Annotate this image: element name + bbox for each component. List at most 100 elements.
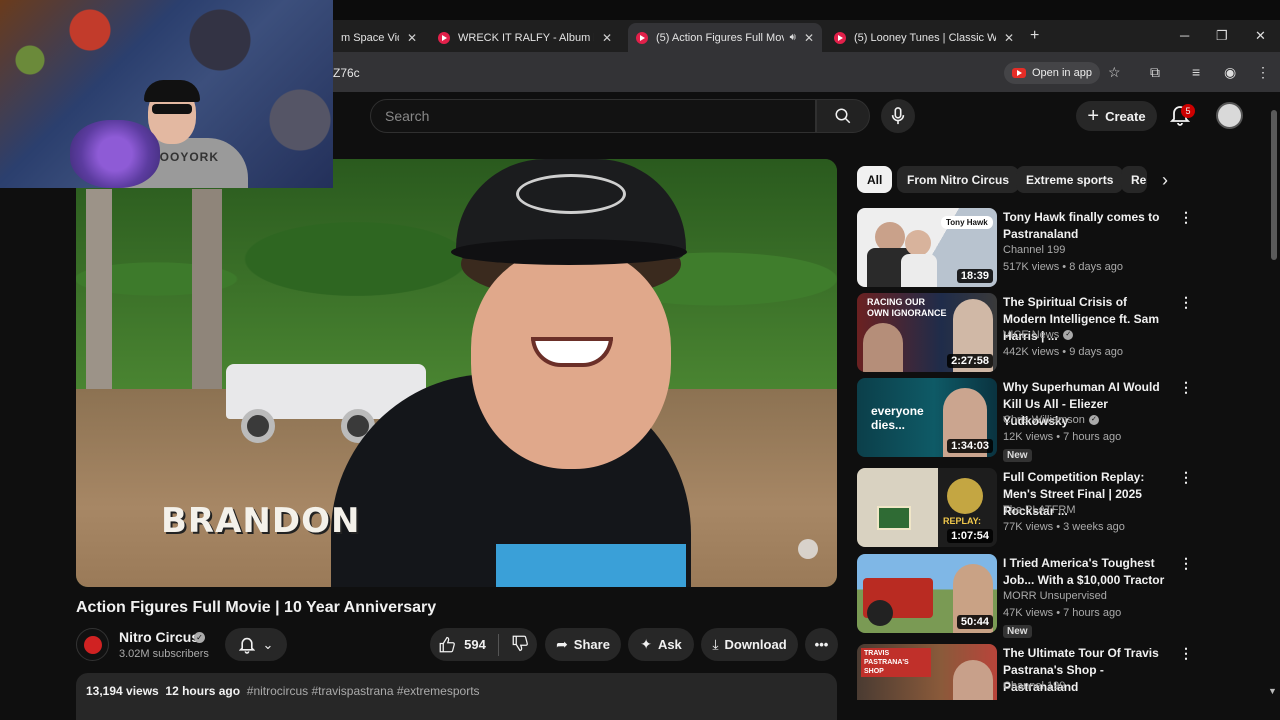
more-vertical-icon[interactable]: ⋮ [1179,294,1193,311]
recommendation-item[interactable]: Tony Hawk 18:39 Tony Hawk finally comes … [857,208,1197,288]
minimize-button[interactable]: ─ [1180,28,1189,43]
open-in-app-button[interactable]: Open in app [1004,62,1100,84]
tab-label: WRECK IT RALFY - Album by Ra [458,32,594,44]
open-in-app-label: Open in app [1032,67,1092,79]
ask-label: Ask [657,637,682,652]
tab-wreck-it-ralfy[interactable]: WRECK IT RALFY - Album by Ra ✕ [430,25,620,51]
more-actions-button[interactable]: ••• [805,628,838,661]
channel-avatar[interactable] [76,628,109,661]
extensions-icon[interactable]: ⧉ [1150,64,1160,81]
thumbnail-person [863,323,903,372]
duration-badge: 2:27:58 [947,354,993,368]
recommendation-channel[interactable]: The PLATFRM [1003,504,1076,516]
duration-badge: 18:39 [956,269,993,283]
recommendation-item[interactable]: REPLAY: 1:07:54 Full Competition Replay:… [857,468,1197,548]
speaker-icon[interactable]: 🔊︎ [790,32,796,43]
chip-related[interactable]: Re [1121,166,1147,193]
channel-label: Chris Williamson [1003,414,1085,426]
webcam-sunglasses [152,104,192,114]
truck-wheel [241,409,275,443]
tab-space-video[interactable]: m Space Video ✕ [333,25,425,51]
recommendation-item[interactable]: everyone dies... 1:34:03 Why Superhuman … [857,378,1197,462]
url-text[interactable]: Z76c [333,66,360,80]
new-tab-button[interactable]: + [1030,27,1039,45]
youtube-favicon-icon [636,31,648,44]
subscription-notifications-button[interactable]: ⌄ [225,628,287,661]
close-window-button[interactable]: ✕ [1255,28,1266,44]
view-count: 13,194 views [86,684,159,698]
dislike-button[interactable] [511,634,529,655]
subscriber-count: 3.02M subscribers [119,648,209,660]
video-thumbnail[interactable]: REPLAY: 1:07:54 [857,468,997,547]
restore-button[interactable]: ❐ [1216,28,1228,44]
ask-button[interactable]: ✦ Ask [628,628,694,661]
create-button[interactable]: + Create [1076,101,1157,131]
more-vertical-icon[interactable]: ⋮ [1179,555,1193,572]
video-thumbnail[interactable]: everyone dies... 1:34:03 [857,378,997,457]
video-player[interactable]: BRANDON [76,159,837,587]
recommendation-item[interactable]: TRAVIS PASTRANA'S SHOP The Ultimate Tour… [857,644,1197,700]
more-vertical-icon[interactable]: ⋮ [1179,645,1193,662]
more-vertical-icon[interactable]: ⋮ [1179,209,1193,226]
thumbnail-text: REPLAY: [943,516,982,526]
recommendation-item[interactable]: 50:44 I Tried America's Toughest Job... … [857,554,1197,638]
profile-icon[interactable]: ◉ [1224,64,1236,81]
description-box[interactable]: 13,194 views 12 hours ago #nitrocircus #… [76,673,837,720]
close-tab-icon[interactable]: ✕ [804,31,814,45]
recommendation-channel[interactable]: MORR Unsupervised [1003,590,1107,602]
video-thumbnail[interactable]: 50:44 [857,554,997,633]
thumbnail-badge [947,478,983,514]
share-icon: ➦ [556,636,568,652]
recommendation-channel[interactable]: VICE News ✓ [1003,329,1074,341]
thumbnail-text: everyone dies... [871,404,924,432]
scrollbar-thumb[interactable] [1271,110,1277,260]
chip-from-nitro-circus[interactable]: From Nitro Circus [897,166,1020,193]
webcam-flowers [70,120,160,188]
video-thumbnail[interactable]: RACING OUR OWN IGNORANCE 2:27:58 [857,293,997,372]
chevron-right-icon[interactable]: › [1162,170,1168,191]
account-avatar[interactable] [1216,102,1243,129]
more-vertical-icon[interactable]: ⋮ [1179,379,1193,396]
recommendation-title[interactable]: I Tried America's Toughest Job... With a… [1003,555,1173,589]
recommendation-meta: 77K views • 3 weeks ago [1003,521,1125,533]
tab-label: (5) Action Figures Full Movie [656,31,784,44]
search-button[interactable] [816,99,870,133]
channel-watermark-icon[interactable] [798,539,818,559]
recommendation-item[interactable]: RACING OUR OWN IGNORANCE 2:27:58 The Spi… [857,293,1197,373]
chip-all[interactable]: All [857,166,893,193]
search-input[interactable]: Search [370,99,816,133]
recommendation-channel[interactable]: Chris Williamson ✓ [1003,414,1099,426]
channel-name[interactable]: Nitro Circus [119,629,199,645]
recommendation-channel[interactable]: Channel 199 [1003,244,1065,256]
youtube-favicon-icon [438,32,450,44]
video-overlay-name: BRANDON [161,501,361,541]
hashtags[interactable]: #nitrocircus #travispastrana #extremespo… [247,684,480,698]
more-vertical-icon[interactable]: ⋮ [1179,469,1193,486]
tab-label: (5) Looney Tunes | Classic Wile [854,32,996,44]
voice-search-button[interactable] [881,99,915,133]
close-tab-icon[interactable]: ✕ [602,31,612,45]
download-button[interactable]: ⤓ Download [701,628,798,661]
webcam-cap [144,80,200,102]
recommendation-meta: 517K views • 8 days ago [1003,261,1124,273]
tab-looney-tunes[interactable]: (5) Looney Tunes | Classic Wile ✕ [826,25,1022,51]
recommendation-channel[interactable]: Channel 199 [1003,680,1065,692]
chip-extreme-sports[interactable]: Extreme sports [1016,166,1124,193]
close-tab-icon[interactable]: ✕ [407,31,417,45]
like-button[interactable]: 594 [438,636,486,654]
scroll-down-arrow-icon[interactable]: ▼ [1268,686,1277,696]
divider [497,633,499,656]
create-label: Create [1105,108,1146,124]
notification-count-badge: 5 [1181,104,1195,118]
video-thumbnail[interactable]: Tony Hawk 18:39 [857,208,997,287]
recommendation-title[interactable]: Tony Hawk finally comes to Pastranaland [1003,209,1173,243]
tab-action-figures[interactable]: (5) Action Figures Full Movie 🔊︎ ✕ [628,23,822,52]
bookmark-star-icon[interactable]: ☆ [1108,64,1121,81]
thumbnail-text: RACING OUR OWN IGNORANCE [867,297,947,318]
media-controls-icon[interactable]: ≡ [1192,64,1200,80]
close-tab-icon[interactable]: ✕ [1004,31,1014,45]
bell-icon [238,637,255,654]
browser-menu-icon[interactable]: ⋮ [1256,64,1270,81]
share-button[interactable]: ➦ Share [545,628,621,661]
video-thumbnail[interactable]: TRAVIS PASTRANA'S SHOP [857,644,997,700]
